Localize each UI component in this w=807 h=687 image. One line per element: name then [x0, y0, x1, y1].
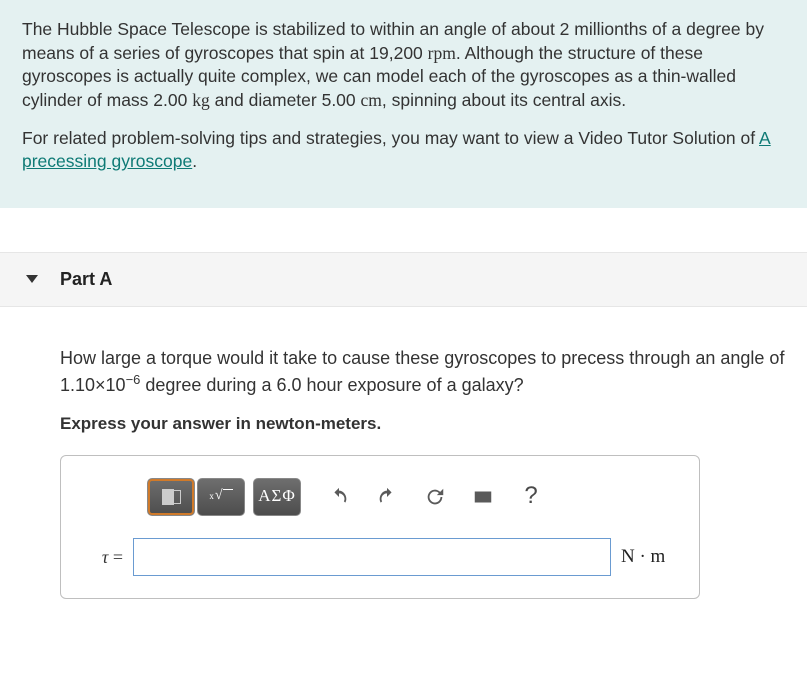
part-a-header[interactable]: Part A — [0, 252, 807, 307]
problem-intro: The Hubble Space Telescope is stabilized… — [0, 0, 807, 208]
template-palette-button[interactable] — [147, 478, 195, 516]
intro-text: , spinning about its central axis. — [382, 90, 626, 110]
keyboard-button[interactable] — [461, 478, 505, 516]
answer-instruction: Express your answer in newton-meters. — [60, 412, 785, 437]
help-button[interactable]: ? — [509, 478, 553, 516]
caret-down-icon — [26, 275, 38, 283]
answer-row: τ = N · m — [79, 538, 681, 576]
undo-icon — [328, 486, 350, 508]
intro-text: and diameter 5.00 — [210, 90, 361, 110]
unit-cm: cm — [361, 90, 382, 110]
undo-button[interactable] — [317, 478, 361, 516]
palette-icon — [162, 489, 181, 505]
intro-paragraph-2: For related problem-solving tips and str… — [22, 127, 785, 174]
question-exponent: −6 — [126, 372, 141, 387]
equation-toolbar: x√ ΑΣΦ ? — [147, 476, 681, 518]
intro-text: For related problem-solving tips and str… — [22, 128, 759, 148]
radical-fraction-button[interactable]: x√ — [197, 478, 245, 516]
question-text: How large a torque would it take to caus… — [60, 345, 785, 398]
answer-box: x√ ΑΣΦ ? τ = N · m — [60, 455, 700, 599]
answer-unit: N · m — [621, 543, 681, 571]
template-button-group: x√ — [147, 478, 245, 516]
part-label: Part A — [60, 269, 112, 290]
greek-symbols-button[interactable]: ΑΣΦ — [253, 478, 301, 516]
equals-sign: = — [108, 547, 123, 567]
keyboard-icon — [472, 486, 494, 508]
redo-button[interactable] — [365, 478, 409, 516]
reset-icon — [424, 486, 446, 508]
unit-kg: kg — [192, 90, 210, 110]
answer-lhs: τ = — [79, 544, 123, 570]
unit-rpm: rpm — [428, 43, 456, 63]
intro-paragraph-1: The Hubble Space Telescope is stabilized… — [22, 18, 785, 113]
part-a-body: How large a torque would it take to caus… — [0, 307, 807, 619]
reset-button[interactable] — [413, 478, 457, 516]
answer-input[interactable] — [133, 538, 611, 576]
intro-text: . — [192, 151, 197, 171]
redo-icon — [376, 486, 398, 508]
question-suffix: degree during a 6.0 hour exposure of a g… — [140, 375, 523, 395]
radical-icon: x√ — [209, 486, 232, 506]
